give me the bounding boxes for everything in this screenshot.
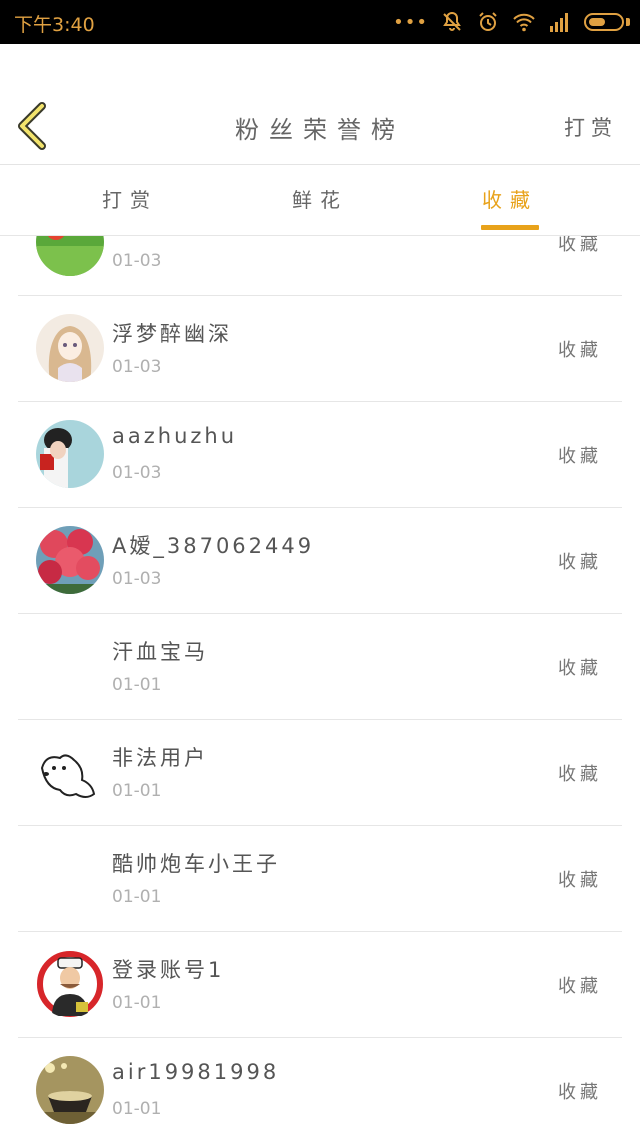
notification-dots: •••: [393, 11, 428, 33]
avatar: [36, 526, 104, 594]
action-label: 收藏: [558, 236, 602, 255]
list-item[interactable]: 01-03 收藏: [18, 236, 622, 296]
list-item[interactable]: aazhuzhu 01-03 收藏: [18, 402, 622, 508]
header: 粉丝荣誉榜 打赏: [0, 44, 640, 165]
wifi-icon: [513, 13, 535, 32]
fan-list[interactable]: 01-03 收藏 浮梦醉幽深 01-03 收藏 aazhuzhu 01-03 收…: [0, 236, 640, 1138]
avatar: [36, 1056, 104, 1124]
signal-icon: [550, 13, 568, 32]
list-item[interactable]: A嫒_387062449 01-03 收藏: [18, 508, 622, 614]
action-label: 收藏: [558, 552, 602, 573]
alarm-icon: [479, 12, 497, 31]
username: A嫒_387062449: [112, 534, 315, 558]
username: 酷帅炮车小王子: [112, 852, 280, 876]
username: 汗血宝马: [112, 640, 208, 664]
tab-bar: 打赏 鲜花 收藏: [0, 165, 640, 236]
username: aazhuzhu: [112, 424, 238, 448]
status-bar: 下午3:40 •••: [0, 0, 640, 44]
date: 01-01: [112, 1099, 162, 1119]
avatar: [36, 420, 104, 488]
status-time: 下午3:40: [14, 14, 95, 36]
action-label: 收藏: [558, 870, 602, 891]
username: 登录账号1: [112, 958, 225, 982]
avatar: [36, 844, 104, 912]
action-label: 收藏: [558, 764, 602, 785]
date: 01-01: [112, 887, 162, 907]
page-title: 粉丝荣誉榜: [235, 116, 405, 144]
date: 01-01: [112, 675, 162, 695]
action-label: 收藏: [558, 1082, 602, 1103]
date: 01-03: [112, 569, 162, 589]
list-item[interactable]: 浮梦醉幽深 01-03 收藏: [18, 296, 622, 402]
tab-flowers[interactable]: 鲜花: [240, 165, 400, 235]
avatar: [36, 632, 104, 700]
action-label: 收藏: [558, 658, 602, 679]
reward-button[interactable]: 打赏: [564, 112, 618, 142]
battery-icon: [584, 13, 624, 31]
avatar: [36, 236, 104, 276]
date: 01-03: [112, 463, 162, 483]
username: 非法用户: [112, 746, 208, 770]
avatar: [36, 738, 104, 806]
status-icons: •••: [393, 8, 630, 36]
action-label: 收藏: [558, 446, 602, 467]
list-item[interactable]: 非法用户 01-01 收藏: [18, 720, 622, 826]
action-label: 收藏: [558, 976, 602, 997]
tab-label: 打赏: [102, 188, 158, 212]
avatar: [36, 950, 104, 1018]
list-item[interactable]: 酷帅炮车小王子 01-01 收藏: [18, 826, 622, 932]
date: 01-03: [112, 357, 162, 377]
tab-label: 收藏: [482, 188, 538, 212]
date: 01-01: [112, 993, 162, 1013]
date: 01-01: [112, 781, 162, 801]
username: air19981998: [112, 1060, 280, 1084]
tab-reward[interactable]: 打赏: [50, 165, 210, 235]
avatar: [36, 314, 104, 382]
list-item[interactable]: 登录账号1 01-01 收藏: [18, 932, 622, 1038]
tab-label: 鲜花: [292, 188, 348, 212]
mute-bell-icon: [443, 11, 461, 31]
action-label: 收藏: [558, 340, 602, 361]
tab-active-indicator: [481, 225, 539, 230]
list-item[interactable]: 汗血宝马 01-01 收藏: [18, 614, 622, 720]
username: 浮梦醉幽深: [112, 322, 232, 346]
tab-favorites[interactable]: 收藏: [430, 165, 590, 235]
list-item[interactable]: air19981998 01-01 收藏: [18, 1038, 622, 1138]
battery-tip: [626, 18, 630, 26]
date: 01-03: [112, 251, 162, 271]
